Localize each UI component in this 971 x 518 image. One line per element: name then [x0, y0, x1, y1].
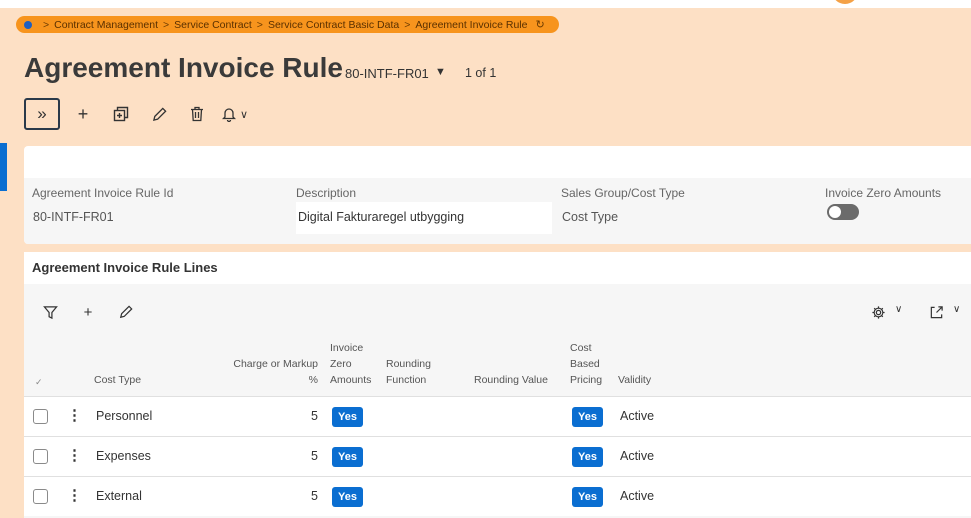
header-fields: Agreement Invoice Rule Id 80-INTF-FR01 D… [24, 178, 971, 244]
table-row[interactable]: ⋮ Expenses 5 Yes Yes Active [24, 436, 971, 476]
sales-group-label: Sales Group/Cost Type [561, 186, 685, 200]
invoice-zero-amounts-label: Invoice Zero Amounts [825, 186, 942, 200]
cell-charge: 5 [311, 409, 318, 423]
cell-validity: Active [620, 449, 655, 463]
export-icon [930, 305, 943, 318]
add-icon: + [77, 103, 89, 124]
cell-invoice-zero-badge: Yes [332, 407, 363, 427]
breadcrumb-separator: > [163, 18, 170, 31]
col-header-charge-line: % [308, 374, 318, 386]
cell-cost-type: Personnel [96, 409, 153, 423]
export-button[interactable] [924, 302, 948, 322]
home-dot-icon[interactable] [24, 20, 32, 29]
edit-button[interactable] [140, 98, 178, 130]
rule-id-value: 80-INTF-FR01 [33, 210, 114, 224]
record-count: 1 of 1 [465, 66, 497, 80]
expand-button[interactable]: » [24, 98, 60, 130]
double-chevron-right-icon: » [37, 104, 47, 123]
caret-down-icon[interactable]: ▼ [435, 66, 446, 78]
chevron-down-icon: ∨ [239, 108, 249, 121]
more-vertical-icon[interactable]: ⋮ [67, 446, 82, 464]
col-header-charge-line: Charge or Markup [233, 358, 318, 370]
col-header-izero-line: Amounts [330, 374, 372, 386]
breadcrumb-separator: > [256, 18, 263, 31]
col-header-cbp-line: Based [570, 358, 600, 370]
add-line-button[interactable]: + [76, 302, 100, 322]
more-vertical-icon[interactable]: ⋮ [67, 486, 82, 504]
add-icon: + [83, 303, 93, 321]
select-all-check-icon[interactable]: ✓ [35, 374, 43, 390]
cell-validity: Active [620, 489, 655, 503]
col-header-round-fn-line: Function [386, 374, 427, 386]
col-header-izero-line: Invoice [330, 342, 364, 354]
breadcrumb-separator: > [404, 18, 411, 31]
cell-cost-based-badge: Yes [572, 407, 603, 427]
cell-cost-type: Expenses [96, 449, 151, 463]
cell-cost-based-badge: Yes [572, 447, 603, 467]
filter-icon [42, 305, 58, 319]
lines-card: Agreement Invoice Rule Lines + ∨ ∨ ✓ Cos… [24, 252, 971, 518]
delete-button[interactable] [178, 98, 216, 130]
col-header-round-fn-line: Rounding [386, 358, 431, 370]
delete-icon [191, 106, 203, 122]
table-row[interactable]: ⋮ Personnel 5 Yes Yes Active [24, 396, 971, 436]
cell-cost-based-badge: Yes [572, 487, 603, 507]
cell-charge: 5 [311, 489, 318, 503]
breadcrumb-item-agreement-invoice-rule: Agreement Invoice Rule [415, 18, 528, 31]
col-header-invoice-zero-amounts[interactable]: Invoice Zero Amounts [330, 340, 371, 388]
lines-title: Agreement Invoice Rule Lines [32, 260, 218, 275]
col-header-izero-line: Zero [330, 358, 352, 370]
chevron-down-icon[interactable]: ∨ [953, 304, 960, 315]
left-accent-bar [0, 143, 7, 191]
col-header-charge-markup[interactable]: Charge or Markup % [230, 356, 318, 388]
add-button[interactable]: + [64, 98, 102, 130]
filter-button[interactable] [38, 302, 62, 322]
more-vertical-icon[interactable]: ⋮ [67, 406, 82, 424]
col-header-cbp-line: Cost [570, 342, 592, 354]
sales-group-value: Cost Type [562, 210, 619, 224]
breadcrumb-item-basic-data[interactable]: Service Contract Basic Data [268, 19, 399, 31]
cell-invoice-zero-badge: Yes [332, 487, 363, 507]
record-selector[interactable]: 80-INTF-FR01 [345, 66, 429, 81]
chevron-down-icon[interactable]: ∨ [895, 304, 902, 315]
refresh-icon[interactable]: ↻ [535, 18, 544, 31]
edit-line-button[interactable] [114, 302, 138, 322]
breadcrumb: > Contract Management > Service Contract… [16, 16, 559, 33]
table-settings-button[interactable] [866, 302, 890, 322]
col-header-cbp-line: Pricing [570, 374, 603, 386]
col-header-cost-type[interactable]: Cost Type [94, 372, 141, 388]
breadcrumb-item-service-contract[interactable]: Service Contract [174, 19, 252, 31]
description-label: Description [296, 186, 357, 200]
description-field[interactable]: Digital Fakturaregel utbygging [296, 202, 552, 234]
breadcrumb-item-contract-management[interactable]: Contract Management [54, 19, 158, 31]
duplicate-button[interactable] [102, 98, 140, 130]
edit-icon [119, 305, 133, 319]
cell-charge: 5 [311, 449, 318, 463]
breadcrumb-separator: > [43, 18, 50, 31]
row-checkbox[interactable] [33, 489, 48, 504]
duplicate-icon [113, 106, 129, 122]
cell-invoice-zero-badge: Yes [332, 447, 363, 467]
col-header-rounding-function[interactable]: Rounding Function [386, 356, 431, 388]
row-checkbox[interactable] [33, 449, 48, 464]
col-header-cost-based-pricing[interactable]: Cost Based Pricing [570, 340, 602, 388]
notifications-button[interactable]: ∨ [216, 98, 254, 130]
top-strip [0, 0, 971, 8]
col-header-rounding-value[interactable]: Rounding Value [474, 372, 548, 388]
header-card: Agreement Invoice Rule Id 80-INTF-FR01 D… [24, 146, 971, 244]
page-title: Agreement Invoice Rule [24, 52, 343, 83]
bell-icon [221, 108, 236, 122]
rule-id-label: Agreement Invoice Rule Id [32, 186, 174, 200]
table-row[interactable]: ⋮ External 5 Yes Yes Active [24, 476, 971, 516]
edit-icon [152, 106, 167, 121]
cell-validity: Active [620, 409, 655, 423]
col-header-validity[interactable]: Validity [618, 372, 651, 388]
lines-title-bar: Agreement Invoice Rule Lines [24, 252, 971, 284]
cell-cost-type: External [96, 489, 142, 503]
invoice-zero-amounts-toggle[interactable] [827, 204, 859, 220]
row-checkbox[interactable] [33, 409, 48, 424]
main-toolbar: » + ∨ [24, 98, 254, 130]
gear-icon [871, 305, 885, 319]
